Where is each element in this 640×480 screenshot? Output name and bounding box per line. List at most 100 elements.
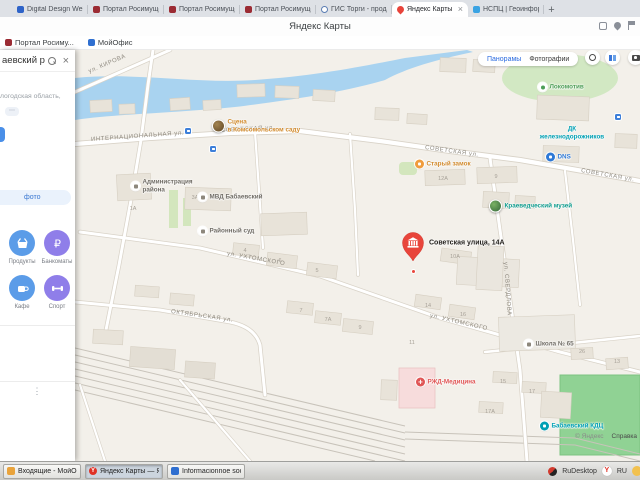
photos-button[interactable]: Фотографии [529,56,569,63]
category-cup[interactable]: Кафе [4,275,40,310]
bus-stop-icon[interactable] [185,128,191,134]
poi-label: МВД Бабаевский [209,193,263,201]
map-poi[interactable]: Бабаевский КДЦ [540,421,604,431]
house-number: 1А [129,206,137,212]
tab-4[interactable]: Портал Росимущества [240,2,316,17]
tab-6[interactable]: Яндекс Карты × [392,2,468,17]
taskbar-window-label: Яндекс Карты — Яндек... [100,467,159,475]
route-button-fragment[interactable] [0,127,5,142]
bookmark-label: МойОфис [97,38,133,47]
close-tab-icon[interactable]: × [458,5,463,14]
category-basket[interactable]: Продукты [4,230,40,265]
more-options-icon[interactable]: ⋮ [0,386,75,397]
taskbar: Входящие - МойОфис П...YЯндекс Карты — Я… [0,461,640,480]
house-number: 16 [459,312,467,318]
tray-icon-partial[interactable] [632,466,640,476]
map-poi[interactable]: Сцена в Комсомольском саду [212,118,300,133]
bus-stop-icon[interactable] [210,146,216,152]
rosim-favicon [245,6,252,13]
teal-poi-icon [540,421,549,431]
tab-label: ГИС Торги - продажи п [331,6,387,13]
tab-label: Digital Design Web Cli [27,6,83,13]
category-dumbbell[interactable]: Спорт [39,275,75,310]
map-poi[interactable]: МВД Бабаевский [198,192,263,202]
taskbar-window-2[interactable]: YЯндекс Карты — Яндек... [85,463,163,479]
house-number: 6 [278,258,282,264]
taskbar-window-label: Informacionnoe soobshhe... [182,467,241,475]
map-poi[interactable]: Администрация района [131,178,193,193]
tab-1[interactable]: Digital Design Web Cli [12,2,88,17]
map-canvas[interactable]: Советская улица, 14А Панорамы Фотографии… [75,50,640,461]
ring-icon [589,54,596,61]
rudesktop-label: RuDesktop [562,467,597,475]
tab-5[interactable]: ГИС Торги - продажи п [316,2,392,17]
dumbbell-icon [44,275,70,301]
search-bar[interactable]: аевский р × [0,50,75,72]
extensions-icon[interactable] [599,21,607,30]
layers-button[interactable] [605,50,620,65]
toolbar-icons [599,20,635,31]
map-poi[interactable]: Школа № 65 [524,339,574,349]
map-poi[interactable]: Старый замок [415,159,471,169]
house-number: 7 [299,308,303,314]
copyright-label: © Яндекс [575,433,604,440]
language-indicator[interactable]: RU [617,468,627,475]
category-ruble[interactable]: ₽ Банкоматы [39,230,75,265]
poi-label: Бабаевский КДЦ [551,422,604,430]
bookmark-2[interactable]: МойОфис [87,38,133,47]
tab-2[interactable]: Портал Росимущества [88,2,164,17]
myoffice-bookmark-icon [87,39,95,46]
taskbar-window-1[interactable]: Входящие - МойОфис П... [3,463,81,479]
help-link[interactable]: Справка [612,433,638,440]
photo-filter-label: фото [24,194,41,201]
rudesktop-tray-icon[interactable] [548,466,558,476]
map-mode-button[interactable] [585,50,600,65]
taskbar-window-3[interactable]: Informacionnoe soobshhe... [167,463,245,479]
map-poi[interactable]: Локомотив [538,82,584,92]
map-poi[interactable]: Краеведческий музей [489,199,572,213]
clear-search-icon[interactable]: × [63,55,69,66]
category-label: Продукты [8,259,36,265]
layers-icon [609,54,616,61]
search-icon[interactable] [47,56,56,65]
search-input[interactable]: аевский р [2,55,48,66]
divider [0,325,75,326]
map-poi[interactable]: DNS [546,152,571,162]
gis-torgi-favicon [321,6,328,13]
bookmarks-bar: Портал Росиму... МойОфис [0,36,640,50]
camera-button[interactable] [628,50,640,65]
new-tab-button[interactable]: + [544,2,559,17]
yandex-browser-icon: Y [89,467,97,475]
map-poi[interactable]: РЖД-Медицина [416,377,476,387]
bookmark-1[interactable]: Портал Росиму... [5,38,74,47]
map-poi[interactable]: ДК железнодорожников [540,125,604,140]
house-number: 15 [499,379,507,385]
page-title: Яндекс Карты [289,21,351,32]
map-poi[interactable]: Районный суд [198,226,255,236]
tab-7[interactable]: НСПЦ | Геоинформаци [468,2,544,17]
panoramas-button[interactable]: Панорамы [487,56,521,63]
yandex-tray-icon[interactable]: Y [601,466,612,476]
svg-text:₽: ₽ [54,237,61,250]
rosim-bookmark-icon [5,39,12,46]
bookmark-flag-icon[interactable] [628,21,635,30]
bus-stop-icon[interactable] [615,114,621,120]
tab-3[interactable]: Портал Росимущества [164,2,240,17]
more-badge[interactable]: ⋯ [5,107,19,116]
house-number: 7А [324,317,332,323]
poi-label: Школа № 65 [535,340,574,348]
tab-label: Яндекс Карты [407,6,453,13]
camera-icon [631,54,640,61]
poi-label: Районный суд [209,227,255,235]
divider [0,381,75,382]
ruble-icon: ₽ [44,230,70,256]
region-label: логодская область, [0,93,61,100]
photo-filter-pill[interactable]: фото [0,190,71,205]
tab-label: Портал Росимущества [103,6,159,13]
house-number: 13 [613,359,621,365]
poi-label: Локомотив [549,83,584,91]
gray-poi-icon [198,192,207,202]
location-icon[interactable] [612,20,623,31]
document-icon [171,467,179,475]
address-pin[interactable] [401,231,425,267]
